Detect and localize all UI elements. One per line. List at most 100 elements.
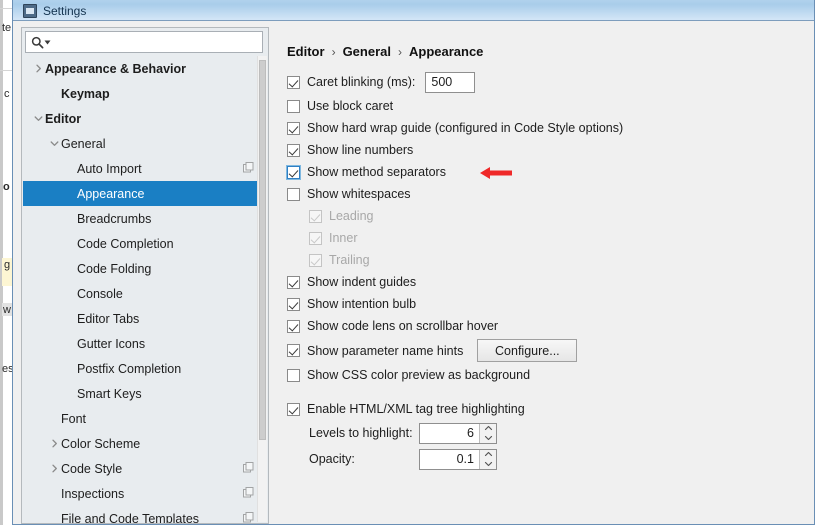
checkbox-leading [309,209,322,223]
sidebar-item-breadcrumbs[interactable]: Breadcrumbs [23,206,258,231]
chevron-down-icon[interactable] [480,433,496,443]
background-editor-text: te [2,22,12,34]
checkbox-caret-blinking-ms[interactable] [287,75,300,89]
option-label[interactable]: Caret blinking (ms): [307,75,415,89]
search-dropdown-icon[interactable] [44,35,51,49]
sidebar-item-smart-keys[interactable]: Smart Keys [23,381,258,406]
sidebar-scrollbar[interactable] [257,56,267,522]
chevron-down-icon[interactable] [31,114,45,123]
settings-sidebar: Appearance & Behavior Keymap Editor General… [21,27,269,524]
sidebar-item-general[interactable]: General [23,131,258,156]
red-annotation-arrow-icon [479,165,513,184]
background-editor-text: c [4,88,10,100]
checkbox-use-block-caret[interactable] [287,99,300,113]
project-settings-copy-icon[interactable] [243,162,254,176]
chevron-right-icon[interactable] [47,464,61,473]
search-input[interactable] [51,34,262,50]
sidebar-item-label: Auto Import [77,161,142,176]
sidebar-item-inspections[interactable]: Inspections [23,481,258,506]
sidebar-item-postfix-completion[interactable]: Postfix Completion [23,356,258,381]
chevron-down-icon[interactable] [47,139,61,148]
sidebar-scrollbar-thumb[interactable] [259,60,266,440]
checkbox-show-css-color-preview-as-background[interactable] [287,368,300,382]
project-settings-copy-icon[interactable] [243,462,254,476]
settings-dialog-body: Appearance & Behavior Keymap Editor General… [13,21,814,524]
option-label[interactable]: Show hard wrap guide (configured in Code… [307,121,623,135]
levels-to-highlight-value[interactable]: 6 [420,424,479,443]
levels-to-highlight-spinner[interactable]: 6 [419,422,497,444]
option-label[interactable]: Enable HTML/XML tag tree highlighting [307,402,525,416]
checkbox-show-whitespaces[interactable] [287,187,300,201]
opacity-spinner[interactable]: 0.1 [419,448,497,470]
checkbox-show-method-separators[interactable] [287,165,300,179]
breadcrumb-separator: › [331,44,336,59]
checkbox-show-code-lens-on-scrollbar-hover[interactable] [287,319,300,333]
option-row: Show method separators [287,161,812,183]
chevron-up-icon[interactable] [480,424,496,434]
sidebar-item-label: Appearance & Behavior [45,61,187,76]
levels-to-highlight-stepper[interactable] [479,423,496,443]
option-label[interactable]: Use block caret [307,99,393,113]
checkbox-show-line-numbers[interactable] [287,143,300,157]
sidebar-item-code-folding[interactable]: Code Folding [23,256,258,281]
sidebar-item-label: Editor Tabs [77,311,140,326]
project-settings-copy-icon[interactable] [243,512,254,523]
sidebar-item-label: Keymap [61,86,110,101]
sidebar-item-font[interactable]: Font [23,406,258,431]
chevron-right-icon[interactable] [47,439,61,448]
checkbox-show-hard-wrap-guide-configured-in-code-style-options[interactable] [287,121,300,135]
opacity-label: Opacity: [309,452,355,466]
settings-title-text: Settings [43,4,87,18]
option-label: Inner [329,231,358,245]
sidebar-item-label: Editor [45,111,82,126]
sidebar-item-appearance[interactable]: Appearance [23,181,258,206]
option-label: Trailing [329,253,370,267]
option-label[interactable]: Show CSS color preview as background [307,368,530,382]
levels-to-highlight-row: Levels to highlight: 6 [287,420,812,446]
sidebar-item-keymap[interactable]: Keymap [23,81,258,106]
opacity-value[interactable]: 0.1 [420,450,479,469]
sidebar-item-label: Inspections [61,486,125,501]
option-label[interactable]: Show intention bulb [307,297,416,311]
sidebar-item-editor[interactable]: Editor [23,106,258,131]
option-label[interactable]: Show parameter name hints [307,344,463,358]
chevron-down-icon[interactable] [480,459,496,469]
option-label[interactable]: Show whitespaces [307,187,411,201]
sidebar-item-auto-import[interactable]: Auto Import [23,156,258,181]
checkbox-enable-html-xml-tag-tree-highlighting[interactable] [287,402,300,416]
opacity-stepper[interactable] [479,449,496,469]
sidebar-item-file-and-code-templates[interactable]: File and Code Templates [23,506,258,523]
option-row: Caret blinking (ms): 500 [287,69,812,95]
option-label[interactable]: Show indent guides [307,275,416,289]
sidebar-item-label: Console [77,286,123,301]
checkbox-show-parameter-name-hints[interactable] [287,344,300,357]
caret-blinking-input[interactable]: 500 [425,71,476,93]
sidebar-item-editor-tabs[interactable]: Editor Tabs [23,306,258,331]
option-row: Show hard wrap guide (configured in Code… [287,117,812,139]
settings-category-tree[interactable]: Appearance & Behavior Keymap Editor General… [23,56,258,523]
sidebar-item-code-completion[interactable]: Code Completion [23,231,258,256]
settings-search-box[interactable] [25,31,263,53]
chevron-up-icon[interactable] [480,450,496,460]
sidebar-item-label: General [61,136,106,151]
option-label[interactable]: Show code lens on scrollbar hover [307,319,498,333]
sidebar-item-color-scheme[interactable]: Color Scheme [23,431,258,456]
option-label[interactable]: Show line numbers [307,143,413,157]
project-settings-copy-icon[interactable] [243,487,254,501]
sidebar-item-label: Color Scheme [61,436,141,451]
option-label[interactable]: Show method separators [307,165,446,179]
sidebar-item-appearance-behavior[interactable]: Appearance & Behavior [23,56,258,81]
configure-button[interactable]: Configure... [477,339,578,362]
sidebar-item-gutter-icons[interactable]: Gutter Icons [23,331,258,356]
settings-title-bar[interactable]: Settings [13,0,814,21]
levels-to-highlight-label: Levels to highlight: [309,426,413,440]
checkbox-show-indent-guides[interactable] [287,275,300,289]
chevron-right-icon[interactable] [31,64,45,73]
option-row: Show intention bulb [287,293,812,315]
settings-content-pane: Editor › General › Appearance Caret blinking… [275,27,812,524]
checkbox-show-intention-bulb[interactable] [287,297,300,311]
sidebar-item-code-style[interactable]: Code Style [23,456,258,481]
search-icon [31,36,44,49]
sidebar-item-console[interactable]: Console [23,281,258,306]
